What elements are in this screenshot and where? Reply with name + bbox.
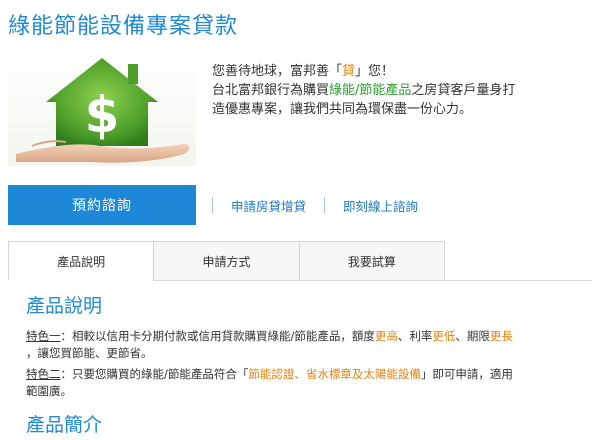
feature-one-highlight-longer: 更長 — [489, 329, 513, 343]
intro-line-2-tail: 之房貸客戶量身打 — [411, 83, 516, 98]
intro-line-1: 您善待地球，富邦善「貸」您！ — [212, 62, 592, 81]
intro-highlight-loan: 貸 — [342, 64, 356, 79]
intro-line-2-text: 台北富邦銀行為購買 — [212, 83, 330, 98]
intro-line-2: 台北富邦銀行為購買綠能/節能產品之房貸客戶量身打 — [212, 81, 592, 100]
feature-two: 特色二：只要您購買的綠能/節能產品符合「節能認證、省水標章及太陽能設備」即可申請… — [26, 366, 581, 400]
feature-one-tail: ，讓您買節能、更節省。 — [26, 346, 153, 360]
feature-one-sep-term: 、期限 — [455, 329, 490, 343]
feature-one-highlight-higher: 更高 — [374, 329, 398, 343]
product-intro-heading: 產品簡介 — [26, 414, 103, 436]
product-heading: 產品說明 — [26, 295, 103, 317]
feature-one: 特色一：相較以信用卡分期付款或信用貸款購買綠能/節能產品，額度更高、利率更低、期… — [26, 328, 581, 362]
intro-highlight-products: 綠能/節能產品 — [329, 83, 412, 98]
book-consultation-button[interactable]: 預約諮詢 — [8, 185, 196, 225]
tabs-divider — [153, 280, 592, 281]
product-tabs: 產品說明 申請方式 我要試算 — [8, 241, 445, 281]
svg-text:$: $ — [85, 86, 120, 144]
page-title: 綠能節能設備專案貸款 — [8, 14, 239, 39]
feature-two-text: 只要您購買的綠能/節能產品符合「 — [72, 367, 249, 381]
feature-two-tail: 範圍廣。 — [26, 384, 72, 398]
tab-application-method[interactable]: 申請方式 — [154, 241, 300, 281]
feature-one-sep-rate: 、利率 — [397, 329, 433, 343]
feature-one-tag: 特色一 — [26, 329, 61, 343]
tab-calculator[interactable]: 我要試算 — [299, 241, 445, 281]
feature-one-highlight-lower: 更低 — [432, 329, 456, 343]
feature-two-text-b: 」即可申請，適用 — [420, 367, 513, 381]
feature-two-highlight: 節能認證、省水標章及太陽能設備 — [248, 367, 421, 381]
feature-two-tag: 特色二 — [26, 367, 61, 381]
green-house-hand-image: $ — [8, 50, 196, 166]
apply-mortgage-link[interactable]: 申請房貸增貸 — [213, 196, 324, 215]
feature-two-colon: ： — [60, 367, 73, 381]
tab-product-description[interactable]: 產品說明 — [8, 241, 155, 281]
feature-one-colon: ： — [60, 329, 73, 343]
intro-text: 您善待地球，富邦善「貸」您！ 台北富邦銀行為購買綠能/節能產品之房貸客戶量身打 … — [212, 62, 592, 119]
online-consultation-link[interactable]: 即刻線上諮詢 — [325, 196, 436, 215]
feature-one-text: 相較以信用卡分期付款或信用貸款購買綠能/節能產品，額度 — [72, 329, 375, 343]
intro-line-1-text: 您善待地球，富邦善「 — [212, 64, 343, 79]
intro-line-1-tail: 」您！ — [355, 64, 395, 79]
intro-line-3: 造優惠專案，讓我們共同為環保盡一份心力。 — [212, 102, 473, 117]
quick-links: 申請房貸增貸 即刻線上諮詢 — [212, 196, 436, 214]
